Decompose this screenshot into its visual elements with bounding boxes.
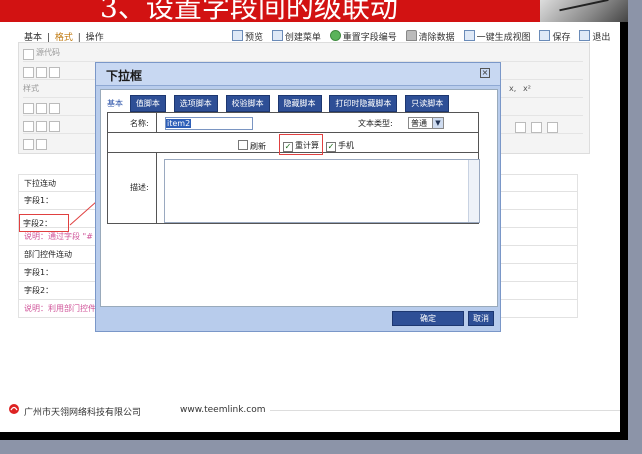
grid-line [108,132,478,133]
bg-color-icon[interactable] [36,139,47,150]
footer-company: 广州市天翎网络科技有限公司 [24,408,142,418]
desc-label: 描述: [130,183,149,192]
banner-title: 3、设置字段间的级联动 [100,0,398,22]
trash-icon [405,30,417,41]
chevron-down-icon: ▼ [432,118,443,128]
grid-line [156,152,157,224]
exit-icon [579,30,591,41]
footer-url[interactable]: www.teemlink.com [180,405,266,415]
description-textarea[interactable] [164,159,480,223]
checkbox-empty-icon [238,140,248,150]
align-center-icon[interactable] [36,103,47,114]
tab-print-hide-script[interactable]: 打印时隐藏脚本 [329,95,398,112]
tab-option-script[interactable]: 选项脚本 [173,95,218,112]
radio-icon[interactable] [36,121,47,132]
superscript-button[interactable]: x² [523,84,531,93]
slide: 3、设置字段间的级联动 基本 | 格式 | 操作 预览 创建菜单 重置字段编号 … [0,0,642,454]
grid-line [156,113,157,132]
recalc-highlight-box [279,134,323,155]
paste-icon[interactable] [36,67,47,78]
source-code-button[interactable]: 源代码 [36,48,60,57]
tab-value-script[interactable]: 值脚本 [129,95,166,112]
footer-divider [270,410,620,411]
save-icon [539,30,551,41]
style-select[interactable]: 样式 [23,84,39,93]
dialog-body: 基本 值脚本 选项脚本 校验脚本 隐藏脚本 打印时隐藏脚本 只读脚本 名称: i… [100,89,498,307]
textfield-icon[interactable] [49,121,60,132]
checkmark-icon: ✓ [326,142,336,152]
dropdown-dialog: 下拉框 × 基本 值脚本 选项脚本 校验脚本 隐藏脚本 打印时隐藏脚本 只读脚本… [95,62,501,332]
link-icon[interactable] [515,122,526,133]
name-label: 名称: [130,119,149,128]
refresh-icon [329,30,341,41]
field2-highlight[interactable]: 字段2： [19,214,69,232]
align-right-icon[interactable] [49,103,60,114]
text-type-value: 普通 [411,119,427,128]
dialog-footer: 确定 取消 [100,309,496,327]
editor-toolbar-row: 源代码 [23,47,583,62]
checkbox-icon[interactable] [23,121,34,132]
text-type-label: 文本类型: [358,119,393,128]
dialog-title: 下拉框 [106,69,143,83]
tab-validate-script[interactable]: 校验脚本 [225,95,270,112]
refresh-checkbox[interactable]: 刷新 [238,140,266,152]
unlink-icon[interactable] [531,122,542,133]
close-icon[interactable]: × [480,68,490,78]
tab-hide-script[interactable]: 隐藏脚本 [277,95,322,112]
text-type-select[interactable]: 普通 ▼ [408,117,444,129]
document-icon [271,30,283,41]
source-icon[interactable] [23,49,34,60]
view-icon [463,30,475,41]
company-logo-icon [9,404,19,414]
anchor-icon[interactable] [547,122,558,133]
properties-grid: 名称: item2 文本类型: 普通 ▼ 刷新 ✓ 重计算 ✓ 手机 描述: [107,112,480,224]
name-value: item2 [166,119,192,128]
align-left-icon[interactable] [23,103,34,114]
dialog-titlebar[interactable]: 下拉框 × [96,63,500,86]
textarea-scrollbar[interactable] [468,160,479,222]
tab-basic[interactable]: 基本 [107,98,123,109]
tab-readonly-script[interactable]: 只读脚本 [405,95,450,112]
table-icon[interactable] [49,67,60,78]
text-color-icon[interactable] [23,139,34,150]
script-tabs: 基本 值脚本 选项脚本 校验脚本 隐藏脚本 打印时隐藏脚本 只读脚本 [107,95,454,112]
cancel-button[interactable]: 取消 [468,311,494,326]
format-icon[interactable] [23,67,34,78]
subscript-button[interactable]: x, [509,84,516,93]
ok-button[interactable]: 确定 [392,311,464,326]
name-input[interactable]: item2 [165,117,253,130]
title-banner: 3、设置字段间的级联动 [0,0,540,22]
mobile-checkbox[interactable]: ✓ 手机 [326,140,354,152]
banner-photo [540,0,628,22]
preview-icon [232,30,243,41]
